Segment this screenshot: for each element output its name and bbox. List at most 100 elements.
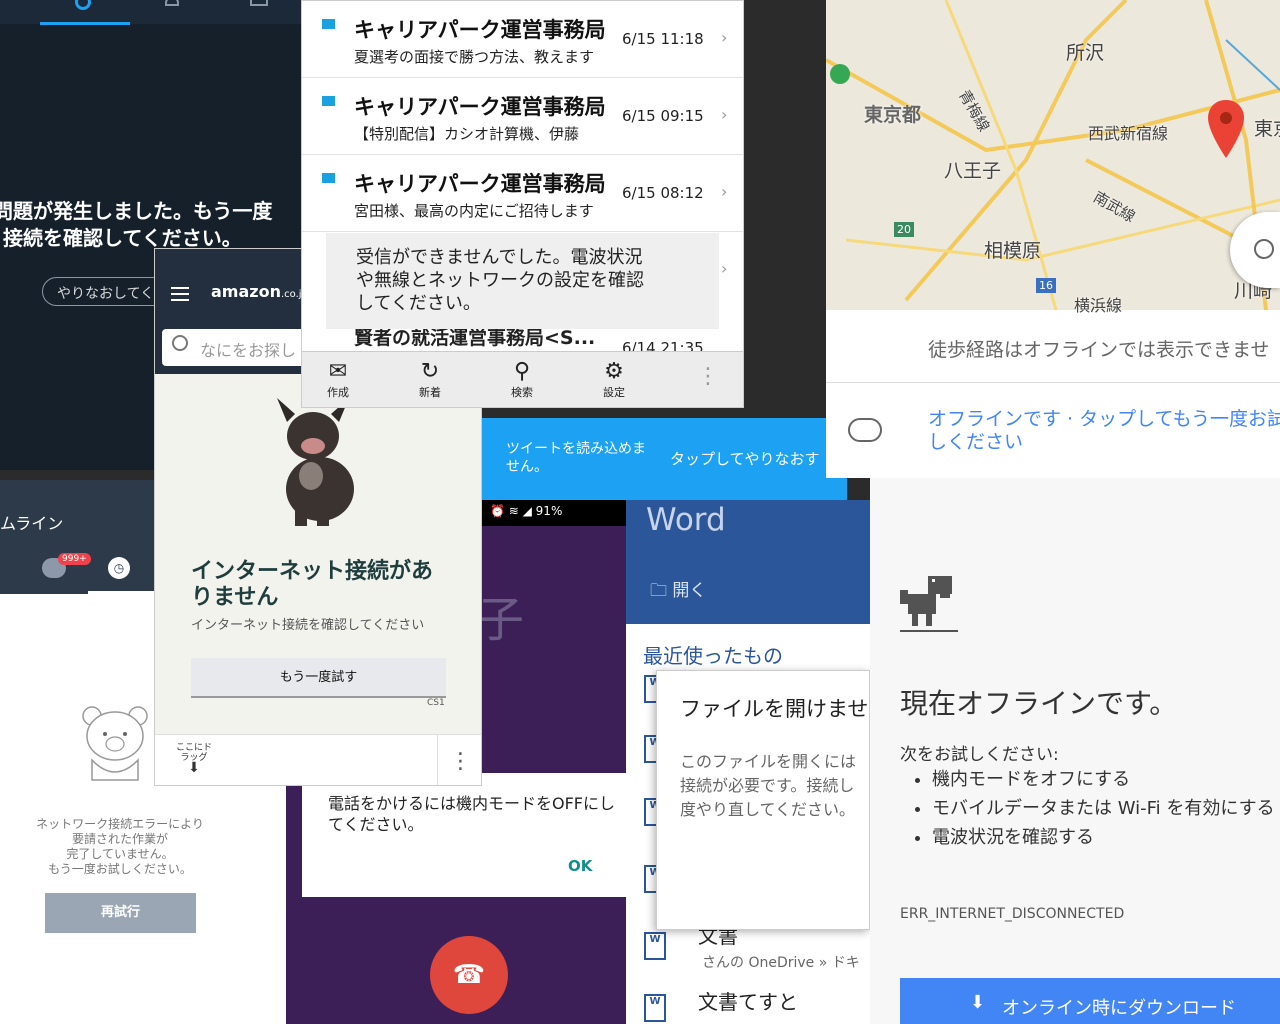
park-icon: [830, 64, 850, 84]
mail-subject: 【特別配信】カシオ計算機、伊藤: [354, 125, 580, 143]
map-label-tokyo-city: 東京: [1254, 118, 1280, 140]
suggestion-item: 機内モードをオフにする: [932, 765, 1280, 794]
mail-time: 6/15 09:15: [622, 107, 704, 125]
page-title: ムライン: [0, 514, 64, 533]
compose-button[interactable]: ✉ 作成: [308, 360, 368, 400]
search-button[interactable]: ⚲ 検索: [492, 360, 552, 400]
toast-line: してください。: [356, 293, 481, 314]
app-title: Word: [646, 502, 726, 538]
mail-subject: 夏選考の面接で勝つ方法、教えます: [354, 48, 595, 66]
tap-to-retry[interactable]: タップしてやりなおす: [670, 448, 820, 469]
suggestion-item: 電波状況を確認する: [932, 823, 1280, 852]
network-error-message: ネットワーク接続エラーにより 要請された作業が 完了していません。 もう一度お試…: [20, 817, 220, 877]
download-label: オンライン時にダウンロード: [1002, 998, 1236, 1019]
dialog-message: このファイルを開くには 接続が必要です。接続し 度やり直してください。: [680, 750, 870, 822]
document-path: さんの OneDrive » ドキ: [702, 955, 860, 971]
twitter-error-bar[interactable]: ツイートを読み込めません。 タップしてやりなおす: [482, 418, 847, 500]
divider: [826, 382, 1280, 383]
hang-up-icon: ☎: [452, 960, 486, 990]
unread-envelope-icon: [322, 19, 335, 29]
offline-heading: 現在オフラインです。: [900, 687, 1178, 720]
bulldog-image: [277, 398, 354, 526]
error-line: 要請された作業が: [71, 832, 168, 846]
download-later-button[interactable]: ⬇ オンライン時にダウンロード: [900, 978, 1280, 1024]
more-options-icon[interactable]: ⋮: [678, 364, 738, 389]
word-app: Word 🗀 開く 最近使ったもの W W W W W W 文書 さんの One…: [626, 500, 870, 1024]
mail-item[interactable]: キャリアパーク運営事務局 宮田様、最高の内定にご招待します 6/15 08:12…: [302, 155, 743, 232]
retry-button[interactable]: もう一度試す: [191, 658, 446, 698]
error-line: もう一度お試しください。: [48, 862, 192, 876]
mail-time: 6/15 08:12: [622, 184, 704, 202]
ok-button[interactable]: OK: [568, 857, 592, 875]
document-name[interactable]: 文書てすと: [698, 986, 798, 1015]
suggestions-heading: 次をお試しください:: [900, 745, 1059, 765]
mail-item[interactable]: キャリアパーク運営事務局 夏選考の面接で勝つ方法、教えます 6/15 11:18…: [302, 1, 743, 78]
refresh-button[interactable]: ↻ 新着: [400, 360, 460, 400]
error-code: CS1: [427, 698, 445, 708]
end-call-button[interactable]: ☎: [430, 936, 508, 1014]
dialog-line: 接続が必要です。接続し: [680, 776, 855, 795]
cant-open-file-dialog: ファイルを開けませ このファイルを開くには 接続が必要です。接続し 度やり直して…: [656, 670, 870, 930]
drag-handle[interactable]: ここにドラッグ ⬇: [175, 743, 213, 775]
dinosaur-icon[interactable]: [900, 576, 958, 634]
chevron-right-icon: ›: [721, 259, 728, 278]
toast-line: 受信ができませんでした。電波状況: [356, 247, 643, 268]
error-line-1: 問題が発生しました。もう一度: [0, 199, 273, 223]
dialog-title: ファイルを開けませ: [680, 697, 869, 721]
open-button[interactable]: 🗀 開く: [650, 576, 706, 607]
amazon-footer: ここにドラッグ ⬇ ⋮: [155, 734, 481, 785]
unread-envelope-icon: [322, 173, 335, 183]
notifications-icon[interactable]: [165, 0, 179, 6]
download-icon: ⬇: [970, 992, 986, 1013]
battery-level: 91%: [535, 504, 563, 518]
word-header: Word 🗀 開く: [626, 500, 870, 624]
route-20-shield: 20: [894, 222, 914, 237]
mail-sender: キャリアパーク運営事務局: [354, 172, 606, 196]
toast-line: や無線とネットワークの設定を確認: [356, 270, 644, 291]
settings-button[interactable]: ⚙ 設定: [584, 360, 644, 400]
retry-button[interactable]: 再試行: [45, 893, 196, 933]
map-label-seibu-line: 西武新宿線: [1088, 124, 1169, 143]
word-doc-icon: W: [644, 994, 666, 1022]
status-bar: ⏰ ≋ ◢ 91%: [482, 500, 626, 526]
refresh-icon: ↻: [420, 359, 440, 384]
error-code: ERR_INTERNET_DISCONNECTED: [900, 906, 1125, 922]
compose-label: 作成: [327, 386, 349, 399]
dialog-line: このファイルを開くには: [680, 752, 857, 771]
mail-sender: キャリアパーク運営事務局: [354, 18, 606, 42]
mail-app: キャリアパーク運営事務局 夏選考の面接で勝つ方法、教えます 6/15 11:18…: [301, 0, 744, 408]
messages-icon[interactable]: [250, 0, 268, 6]
offline-content: インターネット接続がありません インターネット接続を確認してください もう一度試…: [155, 374, 481, 734]
mail-sender: キャリアパーク運営事務局: [354, 95, 606, 119]
suggestion-item: モバイルデータまたは Wi-Fi を有効にする: [932, 794, 1280, 823]
cloud-off-icon: [848, 418, 882, 442]
chevron-right-icon: ›: [721, 182, 728, 201]
walking-offline-note: 徒歩経路はオフラインでは表示できませ: [928, 339, 1270, 361]
clock-icon[interactable]: ◷: [108, 557, 130, 579]
folder-icon: 🗀: [650, 581, 667, 601]
logo-text: amazon: [211, 282, 281, 301]
bear-mascot-icon: [82, 706, 148, 781]
mail-subject: 宮田様、最高の内定にご招待します: [354, 202, 594, 220]
map-view[interactable]: 東京都 所沢 青梅線 西武新宿線 八王子 南武線 相模原 横浜線 東京 川崎 2…: [826, 0, 1280, 315]
active-tab-indicator: [88, 591, 154, 594]
more-options-icon[interactable]: ⋮: [437, 735, 481, 785]
recent-heading: 最近使ったもの: [643, 644, 783, 668]
envelope-icon: ✉: [328, 359, 348, 384]
map-label-tokyo: 東京都: [864, 104, 922, 126]
location-pin-icon[interactable]: [1208, 100, 1244, 158]
search-icon[interactable]: [75, 0, 91, 10]
mail-time: 6/15 11:18: [622, 30, 704, 48]
hamburger-menu-icon[interactable]: [171, 287, 189, 301]
error-message: 問題が発生しました。もう一度 接続を確認してください。: [0, 198, 272, 252]
search-label: 検索: [511, 386, 533, 399]
amazon-logo[interactable]: amazon.co.jp: [211, 282, 308, 301]
route-16-shield: 16: [1036, 278, 1056, 293]
mail-item[interactable]: キャリアパーク運営事務局 【特別配信】カシオ計算機、伊藤 6/15 09:15 …: [302, 78, 743, 155]
receive-error-toast: 受信ができませんでした。電波状況 や無線とネットワークの設定を確認 してください…: [326, 233, 719, 329]
refresh-label: 新着: [419, 386, 441, 399]
chevron-right-icon: ›: [721, 105, 728, 124]
offline-retry-link[interactable]: オフラインです · タップしてもう一度お試しください: [928, 408, 1280, 454]
map-label-yokohama-line: 横浜線: [1074, 296, 1123, 315]
dialog-line: 度やり直してください。: [680, 800, 856, 819]
